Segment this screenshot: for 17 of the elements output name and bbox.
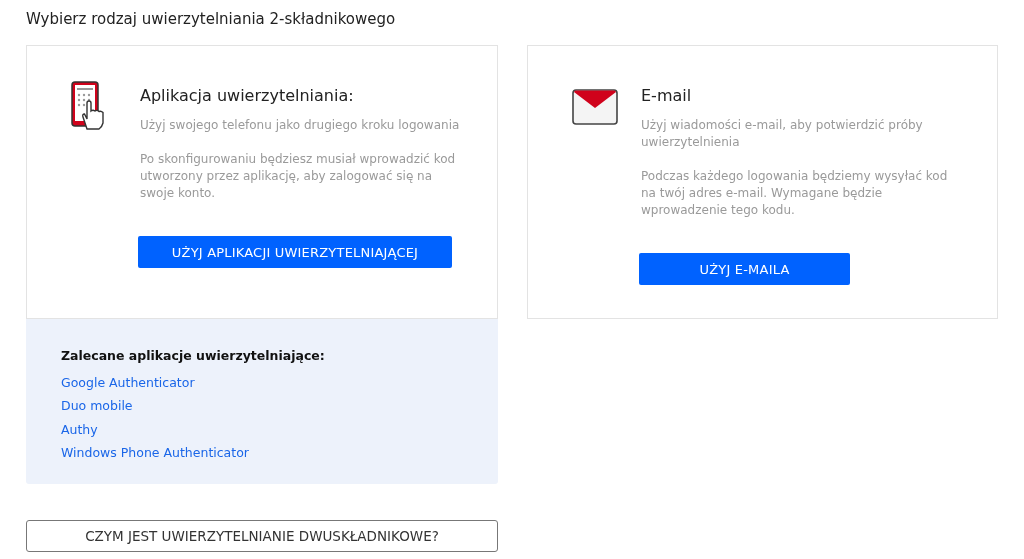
card-title: E-mail xyxy=(641,86,693,105)
page-heading: Wybierz rodzaj uwierzytelniania 2-składnikowego xyxy=(26,10,397,28)
phone-tap-icon xyxy=(71,81,105,131)
recommended-apps-title: Zalecane aplikacje uwierzytelniające: xyxy=(61,348,326,363)
app-link[interactable]: Google Authenticator xyxy=(61,371,195,395)
app-link[interactable]: Windows Phone Authenticator xyxy=(61,440,249,465)
card-description: Po skonfigurowaniu będziesz musiał wprowadzić kod utworzony przez aplikację, aby zalogować się na swoje konto. xyxy=(140,151,457,202)
envelope-icon xyxy=(572,89,618,125)
help-button[interactable]: CZYM JEST UWIERZYTELNIANIE DWUSKŁADNIKOWE? xyxy=(26,520,498,553)
choose-method-button[interactable]: UŻYJ E-MAILA xyxy=(639,253,850,285)
card-description: Podczas każdego logowania będziemy wysyłać kod na twój adres e-mail. Wymagane będzie wprowadzenie tego kodu. xyxy=(641,168,949,219)
choose-method-button[interactable]: UŻYJ APLIKACJI UWIERZYTELNIAJĄCEJ xyxy=(138,236,452,268)
card-description: Użyj swojego telefonu jako drugiego kroku logowania xyxy=(140,117,460,134)
card-title: Aplikacja uwierzytelniania: xyxy=(140,86,355,105)
card-description: Użyj wiadomości e-mail, aby potwierdzić próby uwierzytelnienia xyxy=(641,117,924,151)
app-link[interactable]: Authy xyxy=(61,417,98,441)
app-link[interactable]: Duo mobile xyxy=(61,394,133,418)
